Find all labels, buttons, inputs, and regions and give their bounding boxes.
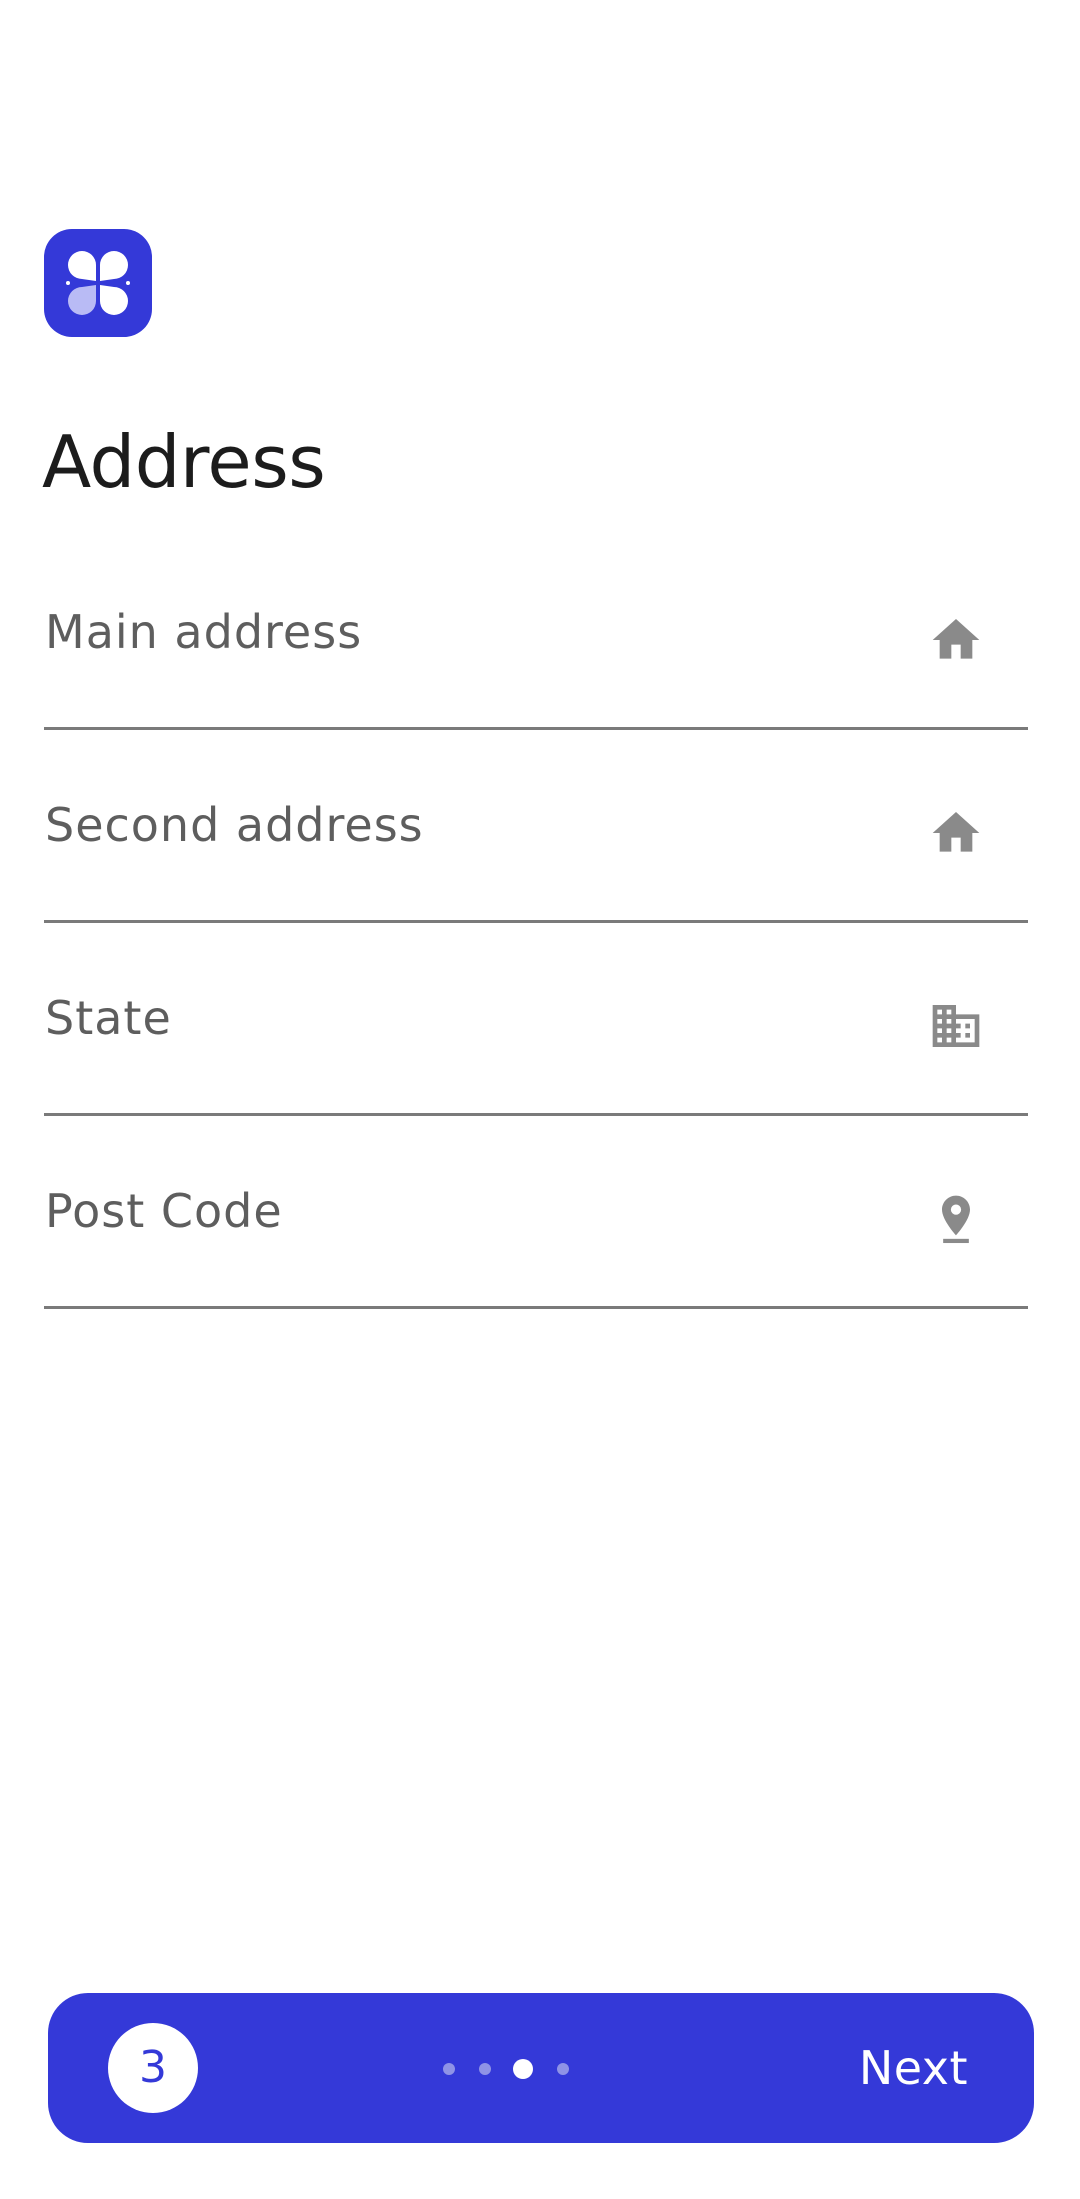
main-address-label: Main address [45,605,363,659]
post-code-field[interactable]: Post Code [44,1161,1028,1309]
state-underline [44,1113,1028,1116]
post-code-label: Post Code [45,1184,283,1238]
page-dot-4 [557,2063,569,2075]
state-field[interactable]: State [44,968,1028,1116]
home-icon [928,612,984,668]
step-indicator: 3 [108,2023,198,2113]
page-title: Address [42,420,326,504]
address-screen: Address Main address Second address Stat… [0,0,1080,2199]
home-icon [928,805,984,861]
second-address-field[interactable]: Second address [44,775,1028,923]
page-dot-2 [479,2063,491,2075]
post-code-underline [44,1306,1028,1309]
second-address-underline [44,920,1028,923]
second-address-label: Second address [45,798,424,852]
bottom-navigation-bar: 3 Next [48,1993,1034,2143]
page-dot-1 [443,2063,455,2075]
page-indicator [443,2057,583,2079]
clover-app-icon [66,251,130,315]
building-icon [928,998,984,1054]
main-address-field[interactable]: Main address [44,582,1028,730]
location-pin-icon [928,1191,984,1247]
page-dot-3-active [513,2059,533,2079]
next-button[interactable]: Next [859,2018,968,2118]
app-logo [44,229,152,337]
main-address-underline [44,727,1028,730]
state-label: State [45,991,172,1045]
